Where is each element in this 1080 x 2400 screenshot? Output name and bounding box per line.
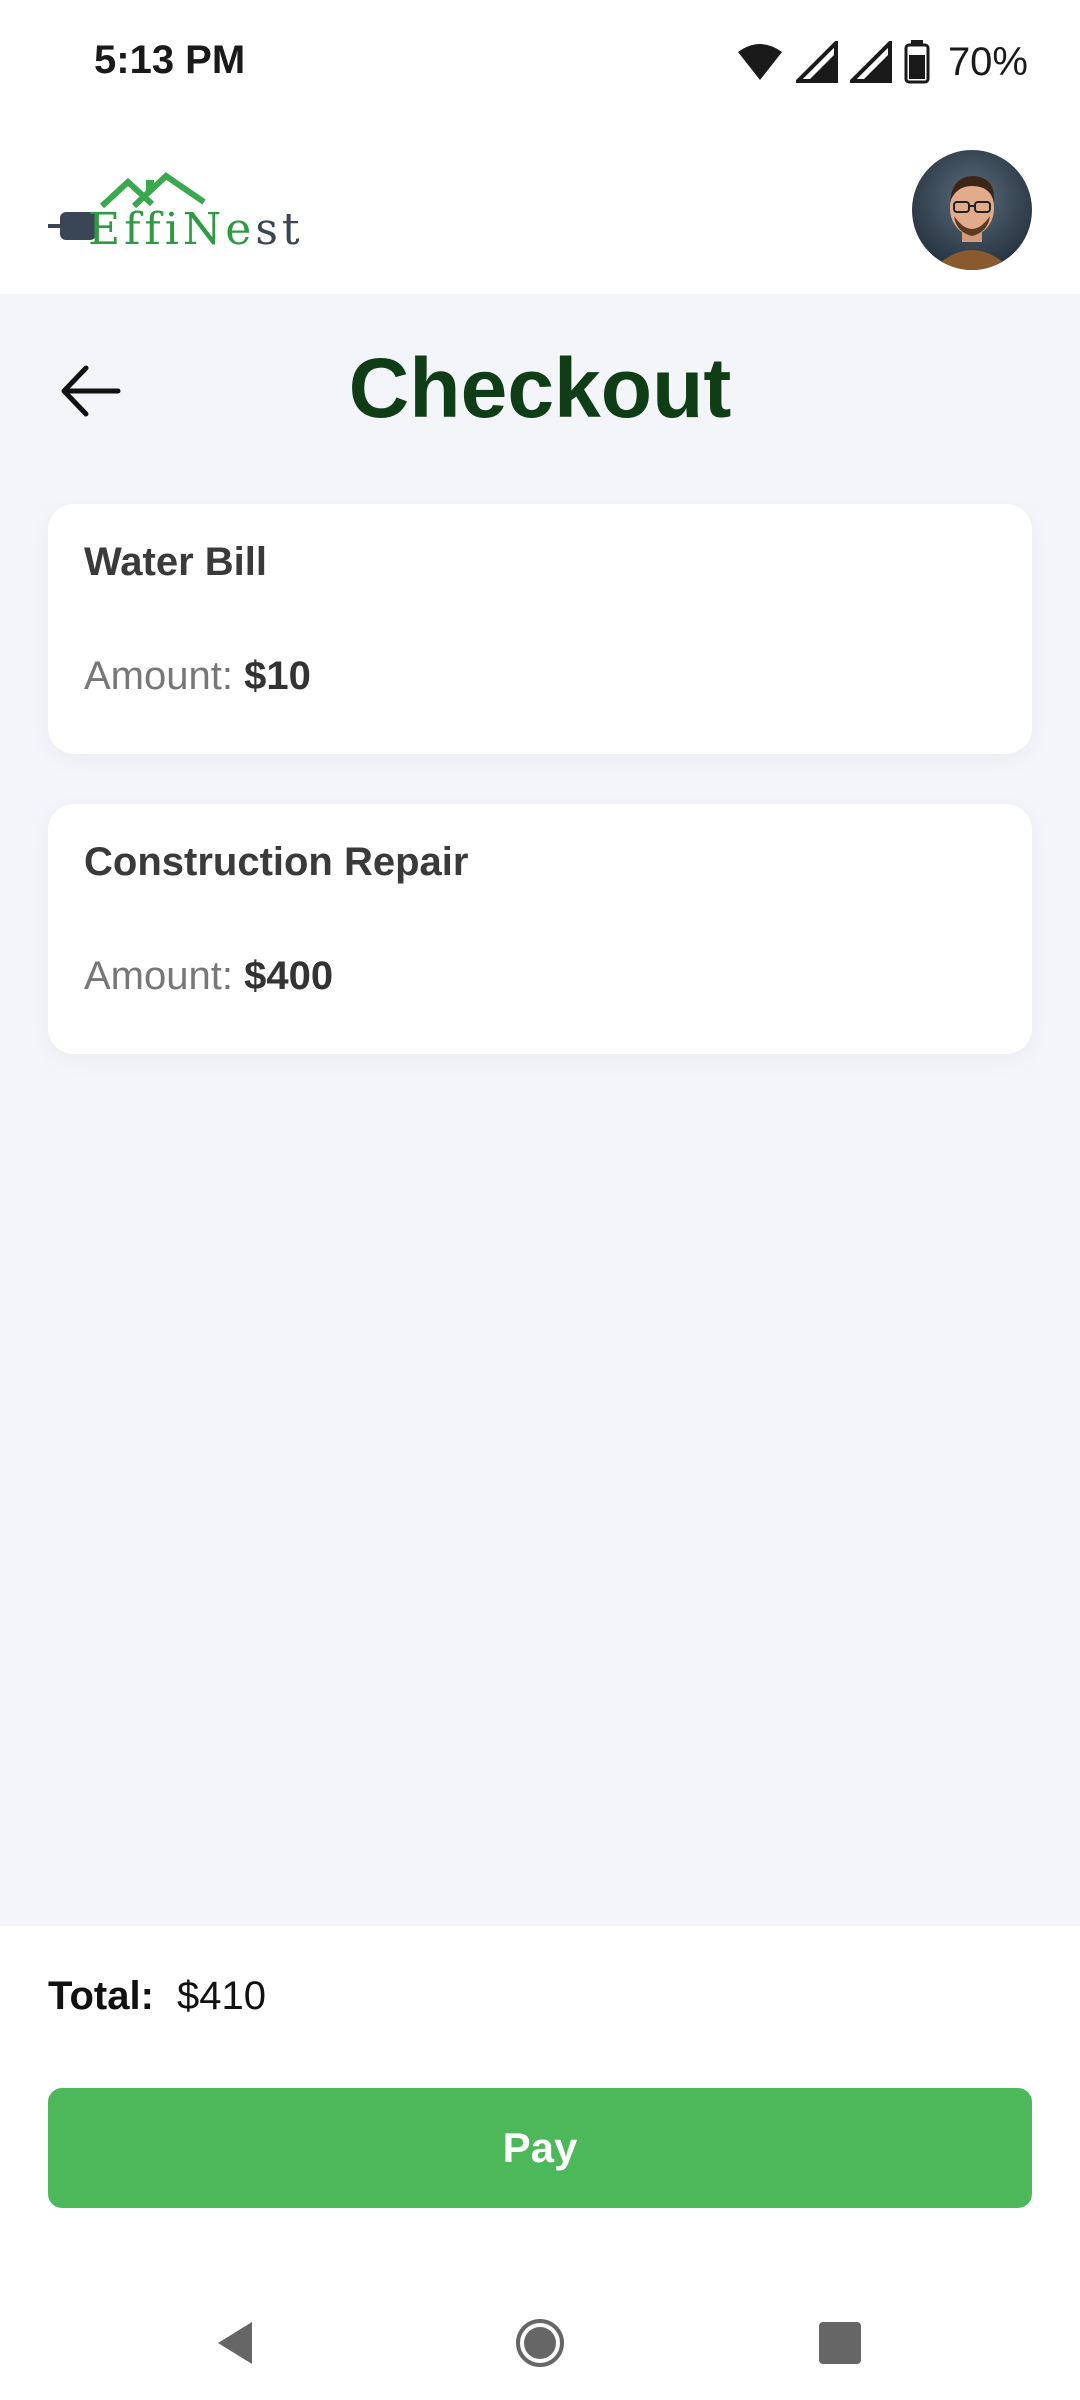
logo-letter-e2: e	[225, 204, 256, 255]
amount-value: $400	[244, 954, 334, 998]
amount-value: $10	[244, 654, 311, 698]
total-value: $410	[177, 1974, 267, 2018]
total-row: Total: $410	[48, 1974, 266, 2019]
item-amount: Amount: $10	[84, 654, 311, 699]
item-amount: Amount: $400	[84, 954, 333, 999]
status-icons: 70%	[736, 38, 1028, 86]
status-bar: 5:13 PM 70%	[0, 0, 1080, 126]
nav-recents-button[interactable]	[805, 2308, 875, 2378]
checkout-item-card: Water Bill Amount: $10	[48, 504, 1032, 754]
nav-recents-icon	[819, 2322, 861, 2364]
system-nav-bar	[0, 2290, 1080, 2400]
logo-st: st	[255, 204, 304, 255]
pay-button[interactable]: Pay	[48, 2088, 1032, 2208]
cell-signal-icon	[849, 41, 892, 83]
logo-letter-e: E	[88, 204, 125, 255]
item-name: Construction Repair	[84, 840, 469, 884]
wifi-icon	[737, 44, 782, 80]
nav-home-icon	[516, 2319, 564, 2367]
status-time: 5:13 PM	[94, 38, 246, 82]
battery-percent: 70%	[947, 39, 1028, 84]
app-header: EffiNest	[0, 126, 1080, 294]
item-name: Water Bill	[84, 540, 267, 584]
total-label: Total:	[48, 1974, 154, 2018]
nav-back-icon	[218, 2322, 252, 2364]
page-title: Checkout	[348, 341, 732, 435]
logo-wordmark: EffiNest	[88, 204, 304, 255]
avatar-icon	[912, 150, 1032, 270]
logo-ffin: ffiN	[124, 204, 226, 255]
effinest-logo[interactable]: EffiNest	[48, 166, 300, 262]
page-header: Checkout	[0, 294, 1080, 494]
nav-back-button[interactable]	[200, 2308, 270, 2378]
cell-signal-icon	[795, 41, 838, 83]
checkout-item-card: Construction Repair Amount: $400	[48, 804, 1032, 1054]
amount-label: Amount:	[84, 654, 233, 698]
amount-label: Amount:	[84, 954, 233, 998]
nav-home-button[interactable]	[505, 2308, 575, 2378]
checkout-summary: Total: $410 Pay	[0, 1926, 1080, 2290]
battery-icon	[904, 40, 930, 84]
profile-avatar[interactable]	[912, 150, 1032, 270]
